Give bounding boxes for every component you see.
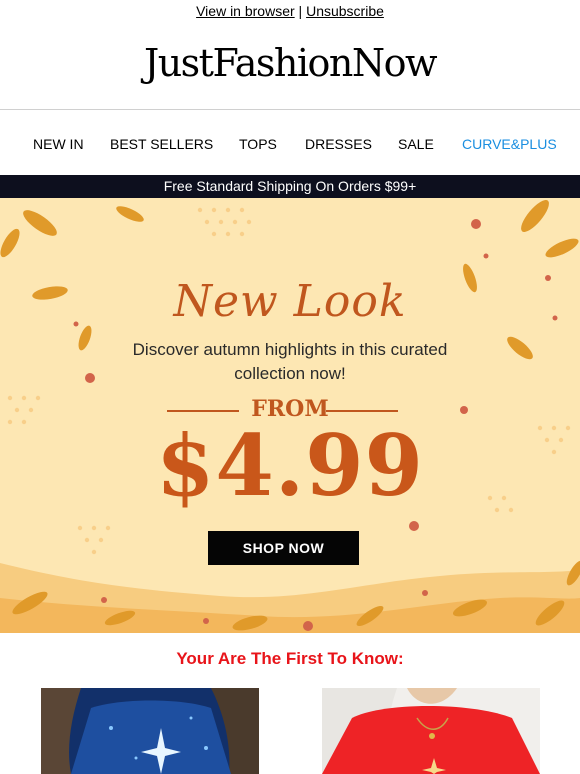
product-image-red — [322, 688, 540, 774]
hero-price: $4.99 — [155, 416, 425, 515]
hero-banner[interactable]: New Look Discover autumn highlights in t… — [0, 198, 580, 633]
nav-new-in[interactable]: NEW IN — [33, 128, 84, 160]
nav-tops[interactable]: TOPS — [239, 128, 277, 160]
unsubscribe-link[interactable]: Unsubscribe — [306, 3, 384, 19]
product-card-red[interactable] — [322, 688, 540, 774]
from-line-right — [326, 410, 398, 412]
shop-now-button[interactable]: SHOP NOW — [208, 531, 359, 565]
main-nav: NEW IN BEST SELLERS TOPS DRESSES SALE CU… — [0, 128, 580, 160]
product-image-blue — [41, 688, 259, 774]
hero-subtitle-line1: Discover autumn highlights in this curat… — [132, 340, 448, 359]
section-title: Your Are The First To Know: — [176, 649, 404, 668]
header-divider — [0, 109, 580, 110]
product-card-blue[interactable] — [41, 688, 259, 774]
top-links: View in browser | Unsubscribe — [0, 0, 580, 24]
hero-script-title: New Look — [173, 276, 407, 327]
hero-subtitle: Discover autumn highlights in this curat… — [0, 338, 580, 386]
nav-sale[interactable]: SALE — [398, 128, 434, 160]
link-separator: | — [298, 3, 303, 19]
nav-curve-plus[interactable]: CURVE&PLUS — [462, 128, 557, 160]
nav-best-sellers[interactable]: BEST SELLERS — [110, 128, 213, 160]
nav-dresses[interactable]: DRESSES — [305, 128, 372, 160]
brand-logo[interactable]: JustFashionNow — [0, 38, 580, 88]
view-in-browser-link[interactable]: View in browser — [196, 3, 295, 19]
shipping-banner: Free Standard Shipping On Orders $99+ — [0, 175, 580, 198]
hero-subtitle-line2: collection now! — [234, 364, 346, 383]
